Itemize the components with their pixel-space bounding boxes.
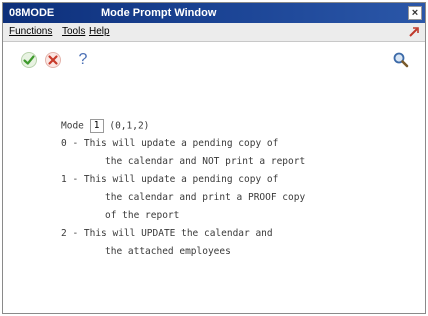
option-line: the calendar and print a PROOF copy bbox=[105, 192, 306, 203]
menu-help[interactable]: Help bbox=[89, 26, 110, 37]
help-icon[interactable]: ? bbox=[73, 50, 93, 70]
mode-label: Mode bbox=[61, 120, 84, 132]
option-line: the calendar and NOT print a report bbox=[105, 156, 306, 167]
menu-tools[interactable]: Tools bbox=[62, 26, 85, 37]
check-icon[interactable] bbox=[19, 50, 39, 70]
mode-input[interactable]: 1 bbox=[89, 119, 104, 133]
app-code: 08MODE bbox=[9, 7, 55, 19]
toolbar: ? bbox=[3, 42, 425, 78]
window-title: Mode Prompt Window bbox=[101, 7, 217, 19]
menu-bar: Functions Tools Help bbox=[3, 23, 425, 42]
menu-functions[interactable]: Functions bbox=[9, 26, 52, 37]
option-line: the attached employees bbox=[105, 246, 231, 257]
option-line: 1 - This will update a pending copy of bbox=[61, 174, 279, 185]
mode-row: Mode 1 (0,1,2) bbox=[61, 119, 149, 133]
mode-options: (0,1,2) bbox=[109, 120, 150, 132]
mode-prompt-window: 08MODE Mode Prompt Window × Functions To… bbox=[2, 2, 426, 314]
close-button[interactable]: × bbox=[408, 6, 422, 20]
exit-arrow-icon[interactable] bbox=[407, 25, 421, 39]
magnifier-icon[interactable] bbox=[391, 50, 411, 70]
option-line: 2 - This will UPDATE the calendar and bbox=[61, 228, 273, 239]
form-area: Mode 1 (0,1,2) 0 - This will update a pe… bbox=[3, 85, 425, 313]
title-bar: 08MODE Mode Prompt Window × bbox=[3, 3, 425, 23]
option-line: of the report bbox=[105, 210, 180, 221]
cancel-icon[interactable] bbox=[43, 50, 63, 70]
option-line: 0 - This will update a pending copy of bbox=[61, 138, 279, 149]
